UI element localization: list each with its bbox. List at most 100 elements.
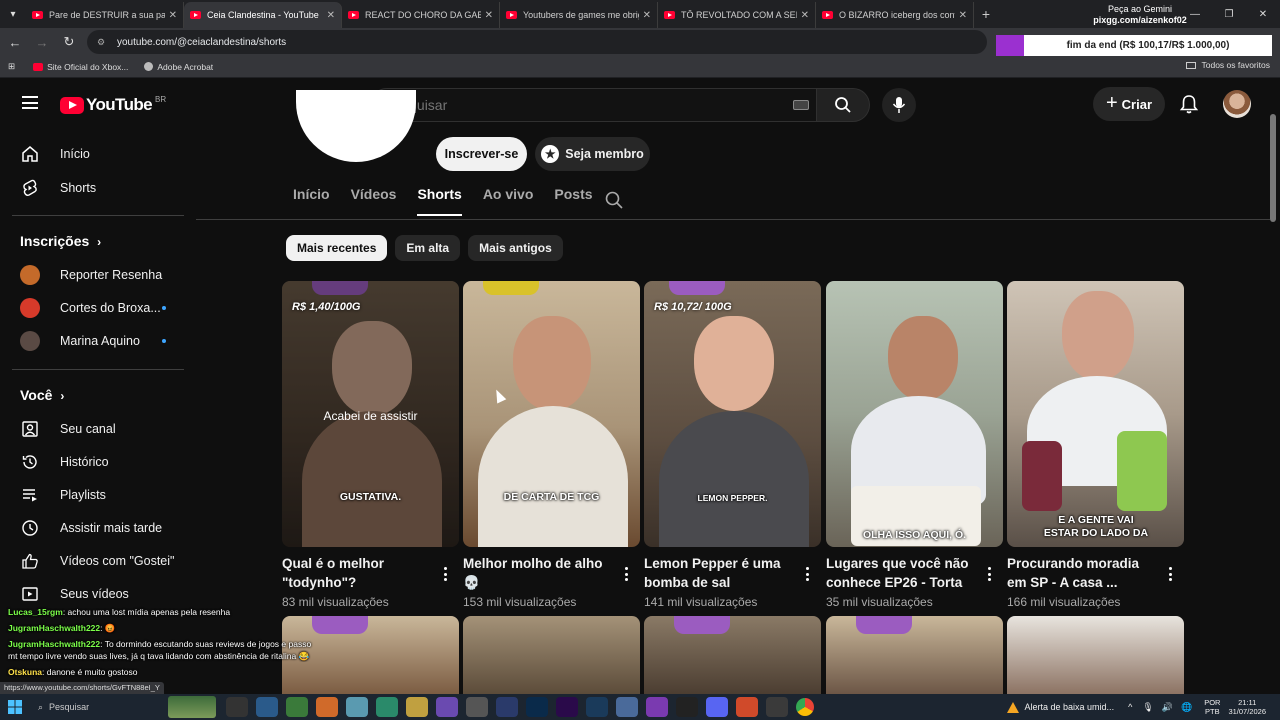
- search-input[interactable]: [370, 88, 817, 122]
- game-app-icon[interactable]: [226, 697, 248, 717]
- close-icon[interactable]: ✕: [327, 10, 335, 21]
- forward-icon[interactable]: →: [30, 30, 54, 54]
- sidebar-item-playlists[interactable]: Playlists: [12, 480, 188, 510]
- more-options-icon[interactable]: [1168, 567, 1172, 581]
- short-thumbnail[interactable]: E A GENTE VAI ESTAR DO LADO DA: [1007, 281, 1184, 547]
- tab-live[interactable]: Ao vivo: [483, 186, 534, 216]
- browser-tab[interactable]: Pare de DESTRUIR a sua paixão ✕: [26, 2, 184, 28]
- short-thumbnail[interactable]: R$ 1,40/100G Acabei de assistir GUSTATIV…: [282, 281, 459, 547]
- app-icon[interactable]: [766, 697, 788, 717]
- apps-grid-icon[interactable]: ⊞: [8, 61, 15, 72]
- short-card[interactable]: DE CARTA DE TCG Melhor molho de alho 💀 1…: [463, 281, 640, 609]
- short-title[interactable]: Melhor molho de alho 💀: [463, 554, 613, 592]
- tab-list-icon[interactable]: ▾: [0, 0, 26, 28]
- bookmark-xbox[interactable]: Site Oficial do Xbox...: [33, 62, 128, 72]
- chip-oldest[interactable]: Mais antigos: [468, 235, 563, 261]
- short-title[interactable]: Lugares que você não conhece EP26 - Tort…: [826, 554, 976, 592]
- voice-search-button[interactable]: [882, 88, 916, 122]
- premiere-icon[interactable]: [556, 697, 578, 717]
- browser-tab[interactable]: TÔ REVOLTADO COM A SELEÇÃO ✕: [658, 2, 816, 28]
- short-thumbnail[interactable]: R$ 10,72/ 100G LEMON PEPPER.: [644, 281, 821, 547]
- restore-icon[interactable]: ❐: [1212, 0, 1246, 28]
- keyboard-icon[interactable]: [793, 100, 809, 110]
- close-icon[interactable]: ✕: [169, 10, 177, 21]
- app-icon[interactable]: [736, 697, 758, 717]
- sidebar-item-watch-later[interactable]: Assistir mais tarde: [12, 513, 188, 543]
- short-card[interactable]: R$ 10,72/ 100G LEMON PEPPER. Lemon Peppe…: [644, 281, 821, 609]
- input-language[interactable]: POR PTB: [1204, 698, 1220, 716]
- app-icon[interactable]: [316, 697, 338, 717]
- app-icon[interactable]: [436, 697, 458, 717]
- chevron-up-icon[interactable]: ^: [1128, 702, 1132, 712]
- app-icon[interactable]: [346, 697, 368, 717]
- tab-posts[interactable]: Posts: [554, 186, 592, 216]
- photoshop-icon[interactable]: [526, 697, 548, 717]
- channel-search-icon[interactable]: [604, 190, 624, 210]
- short-title[interactable]: Qual é o melhor "todynho"?: [282, 554, 432, 592]
- browser-tab[interactable]: Youtubers de games me obrigaram ✕: [500, 2, 658, 28]
- sidebar-subscription[interactable]: Cortes do Broxa...: [12, 293, 188, 323]
- notifications-bell-icon[interactable]: [1178, 93, 1200, 115]
- site-info-icon[interactable]: ⚙: [97, 37, 109, 47]
- address-bar[interactable]: ⚙ youtube.com/@ceiaclandestina/shorts: [87, 30, 987, 54]
- minimize-icon[interactable]: —: [1178, 0, 1212, 28]
- short-thumbnail[interactable]: OLHA ISSO AQUI, Ó.: [826, 281, 1003, 547]
- weather-alert[interactable]: Alerta de baixa umid...: [1006, 701, 1114, 713]
- all-bookmarks[interactable]: Todos os favoritos: [1186, 60, 1270, 70]
- short-thumbnail[interactable]: [644, 616, 821, 696]
- microphone-icon[interactable]: 🎙: [1142, 702, 1153, 713]
- tab-videos[interactable]: Vídeos: [351, 186, 397, 216]
- clock[interactable]: 21:11 31/07/2026: [1228, 698, 1266, 716]
- app-icon[interactable]: [496, 697, 518, 717]
- tab-home[interactable]: Início: [293, 186, 330, 216]
- widgets-icon[interactable]: [168, 696, 216, 718]
- sidebar-item-home[interactable]: Início: [12, 139, 188, 169]
- search-button[interactable]: [817, 88, 870, 122]
- sidebar-item-liked-videos[interactable]: Vídeos com "Gostei": [12, 546, 188, 576]
- app-icon[interactable]: [616, 697, 638, 717]
- sidebar-item-your-channel[interactable]: Seu canal: [12, 414, 188, 444]
- app-icon[interactable]: [646, 697, 668, 717]
- account-avatar[interactable]: [1223, 90, 1251, 118]
- subscribe-button[interactable]: Inscrever-se: [436, 137, 527, 171]
- close-window-icon[interactable]: ✕: [1246, 0, 1280, 28]
- sidebar-item-history[interactable]: Histórico: [12, 447, 188, 477]
- app-icon[interactable]: [676, 697, 698, 717]
- app-icon[interactable]: [286, 697, 308, 717]
- more-options-icon[interactable]: [805, 567, 809, 581]
- ide-app-icon[interactable]: [256, 697, 278, 717]
- short-thumbnail[interactable]: [826, 616, 1003, 696]
- short-title[interactable]: Lemon Pepper é uma bomba de sal: [644, 554, 794, 592]
- volume-icon[interactable]: 🔊: [1162, 702, 1173, 713]
- sidebar-subscription[interactable]: Reporter Resenha: [12, 260, 188, 290]
- join-membership-button[interactable]: ★ Seja membro: [535, 137, 650, 171]
- close-icon[interactable]: ✕: [801, 10, 809, 21]
- windows-start-icon[interactable]: [0, 694, 30, 720]
- chrome-icon[interactable]: [796, 698, 814, 716]
- short-thumbnail[interactable]: [463, 616, 640, 696]
- menu-icon[interactable]: [22, 96, 38, 109]
- short-title[interactable]: Procurando moradia em SP - A casa ...: [1007, 554, 1157, 592]
- new-tab-button[interactable]: +: [974, 6, 998, 22]
- app-icon[interactable]: [406, 697, 428, 717]
- create-button[interactable]: + Criar: [1093, 87, 1165, 121]
- app-icon[interactable]: [466, 697, 488, 717]
- chip-popular[interactable]: Em alta: [395, 235, 461, 261]
- network-icon[interactable]: 🌐: [1181, 702, 1192, 713]
- bookmark-acrobat[interactable]: Adobe Acrobat: [144, 62, 213, 72]
- browser-tab[interactable]: REACT DO CHORO DA GABY ✕: [342, 2, 500, 28]
- short-card[interactable]: OLHA ISSO AQUI, Ó. Lugares que você não …: [826, 281, 1003, 609]
- close-icon[interactable]: ✕: [485, 10, 493, 21]
- browser-tab[interactable]: O BIZARRO iceberg dos conte ✕: [816, 2, 974, 28]
- more-options-icon[interactable]: [987, 567, 991, 581]
- reload-icon[interactable]: ↻: [57, 30, 81, 54]
- short-card[interactable]: E A GENTE VAI ESTAR DO LADO DA Procurand…: [1007, 281, 1184, 609]
- browser-tab-active[interactable]: Ceia Clandestina - YouTube ✕: [184, 2, 342, 28]
- sidebar-item-shorts[interactable]: Shorts: [12, 173, 188, 203]
- back-icon[interactable]: ←: [3, 30, 27, 54]
- subscriptions-heading[interactable]: Inscrições ›: [20, 233, 101, 249]
- discord-icon[interactable]: [706, 697, 728, 717]
- close-icon[interactable]: ✕: [959, 10, 967, 21]
- you-heading[interactable]: Você ›: [20, 387, 64, 403]
- channel-avatar-large[interactable]: [296, 90, 416, 162]
